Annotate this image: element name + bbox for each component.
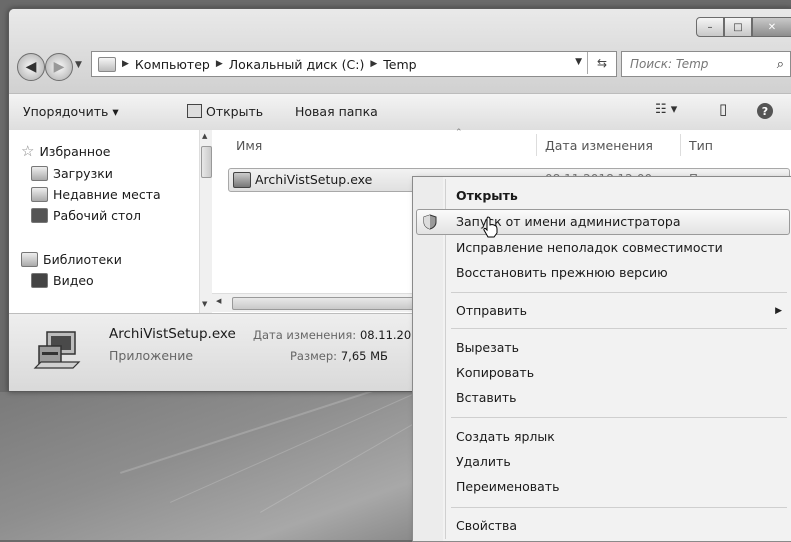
- desktop-icon: [31, 208, 48, 223]
- downloads-folder-icon: [31, 166, 48, 181]
- menu-separator: [451, 507, 787, 508]
- video-icon: [31, 273, 48, 288]
- search-input[interactable]: Поиск: Temp: [630, 57, 777, 71]
- date-value: 08.11.201: [359, 328, 419, 342]
- menu-item-send-to[interactable]: Отправить: [456, 303, 527, 318]
- column-name[interactable]: Имя: [236, 130, 262, 160]
- menu-item-paste[interactable]: Вставить: [456, 390, 517, 405]
- submenu-arrow-icon: ▶: [775, 306, 782, 316]
- chevron-right-icon[interactable]: ▶: [370, 59, 377, 69]
- scroll-left-icon[interactable]: ◀: [216, 297, 221, 305]
- scrollbar-thumb[interactable]: [232, 297, 419, 310]
- close-button[interactable]: ✕: [752, 17, 791, 37]
- refresh-button[interactable]: ⇆: [587, 52, 616, 74]
- nav-label: Недавние места: [53, 187, 161, 202]
- organize-button[interactable]: Упорядочить ▾: [23, 104, 119, 119]
- nav-label: Избранное: [39, 143, 111, 159]
- nav-item-libraries[interactable]: Библиотеки: [21, 252, 122, 267]
- menu-item-cut[interactable]: Вырезать: [456, 340, 519, 355]
- size-label: Размер:: [290, 349, 338, 363]
- sort-ascending-icon: ⌃: [455, 128, 463, 138]
- menu-item-properties[interactable]: Свойства: [456, 518, 517, 533]
- history-dropdown-icon[interactable]: ▼: [75, 60, 82, 70]
- menu-separator: [451, 417, 787, 418]
- details-filename: ArchiVistSetup.exe: [109, 326, 236, 342]
- nav-item-downloads[interactable]: Загрузки: [31, 166, 113, 181]
- chevron-right-icon[interactable]: ▶: [122, 59, 129, 69]
- open-icon: [187, 104, 202, 118]
- date-label: Дата изменения:: [253, 328, 357, 342]
- scrollbar-thumb[interactable]: [201, 146, 212, 178]
- address-dropdown-icon[interactable]: ▼: [575, 57, 582, 67]
- nav-item-favorites[interactable]: ☆ Избранное: [21, 142, 110, 160]
- column-type[interactable]: Тип: [689, 130, 713, 160]
- column-date[interactable]: Дата изменения: [545, 130, 653, 160]
- nav-label: Видео: [53, 273, 94, 288]
- refresh-icon: ⇆: [596, 56, 608, 70]
- column-divider[interactable]: [680, 134, 681, 156]
- file-name: ArchiVistSetup.exe: [255, 172, 373, 187]
- installer-large-icon: [33, 331, 81, 369]
- menu-item-rename[interactable]: Переименовать: [456, 479, 559, 494]
- nav-item-desktop[interactable]: Рабочий стол: [31, 208, 141, 223]
- maximize-button[interactable]: □: [724, 17, 752, 37]
- preview-pane-button[interactable]: ▯: [719, 100, 727, 118]
- help-icon[interactable]: ?: [757, 103, 773, 119]
- search-box[interactable]: Поиск: Temp ⌕: [621, 51, 791, 77]
- forward-arrow-icon: ▶: [53, 59, 65, 75]
- size-value: 7,65 МБ: [340, 349, 388, 363]
- hand-cursor-icon: [483, 216, 498, 238]
- folder-icon: [98, 56, 116, 72]
- search-icon[interactable]: ⌕: [777, 57, 784, 72]
- views-button[interactable]: ☷ ▾: [655, 102, 677, 117]
- window-controls: – □ ✕: [696, 17, 791, 37]
- menu-item-create-shortcut[interactable]: Создать ярлык: [456, 429, 555, 444]
- menu-item-restore[interactable]: Восстановить прежнюю версию: [456, 265, 668, 280]
- nav-scrollbar[interactable]: ▲ ▼: [199, 130, 212, 313]
- details-date: Дата изменения: 08.11.201: [253, 328, 419, 342]
- horizontal-scrollbar[interactable]: ◀: [212, 293, 422, 312]
- menu-separator: [451, 292, 787, 293]
- new-folder-button[interactable]: Новая папка: [295, 104, 378, 119]
- back-arrow-icon: ◀: [25, 59, 37, 75]
- nav-item-video[interactable]: Видео: [31, 273, 94, 288]
- chevron-right-icon[interactable]: ▶: [216, 59, 223, 69]
- address-bar[interactable]: ▶ Компьютер ▶ Локальный диск (C:) ▶ Temp…: [91, 51, 617, 77]
- open-button[interactable]: Открыть: [187, 104, 263, 119]
- breadcrumb-local-disk[interactable]: Локальный диск (C:): [229, 57, 365, 72]
- breadcrumb-temp[interactable]: Temp: [383, 57, 416, 72]
- installer-icon: [233, 172, 251, 188]
- recent-places-icon: [31, 187, 48, 202]
- details-filetype: Приложение: [109, 348, 194, 363]
- context-menu: Открыть Запуск от имени администратора И…: [412, 176, 791, 542]
- nav-label: Библиотеки: [43, 252, 122, 267]
- menu-item-delete[interactable]: Удалить: [456, 454, 511, 469]
- libraries-icon: [21, 252, 38, 267]
- menu-item-copy[interactable]: Копировать: [456, 365, 534, 380]
- shield-icon: [423, 214, 437, 230]
- column-divider[interactable]: [536, 134, 537, 156]
- menu-item-open[interactable]: Открыть: [456, 188, 518, 203]
- title-bar: – □ ✕ ◀ ▶ ▼ ▶ Компьютер ▶ Локальный диск…: [9, 9, 791, 99]
- back-button[interactable]: ◀: [17, 53, 45, 81]
- scroll-up-icon[interactable]: ▲: [202, 132, 207, 140]
- breadcrumb-computer[interactable]: Компьютер: [135, 57, 210, 72]
- minimize-button[interactable]: –: [696, 17, 724, 37]
- navigation-bar: ◀ ▶ ▼ ▶ Компьютер ▶ Локальный диск (C:) …: [17, 51, 791, 81]
- details-size: Размер: 7,65 МБ: [290, 349, 388, 363]
- nav-label: Загрузки: [53, 166, 113, 181]
- open-label: Открыть: [206, 104, 264, 119]
- navigation-pane: ☆ Избранное Загрузки Недавние места Рабо…: [9, 130, 212, 313]
- forward-button[interactable]: ▶: [45, 53, 73, 81]
- scroll-down-icon[interactable]: ▼: [202, 300, 207, 308]
- menu-separator: [451, 328, 787, 329]
- menu-item-troubleshoot[interactable]: Исправление неполадок совместимости: [456, 240, 723, 255]
- nav-label: Рабочий стол: [53, 208, 141, 223]
- nav-item-recent[interactable]: Недавние места: [31, 187, 161, 202]
- star-icon: ☆: [21, 142, 35, 160]
- command-bar: Упорядочить ▾ Открыть Новая папка ☷ ▾ ▯ …: [9, 93, 791, 131]
